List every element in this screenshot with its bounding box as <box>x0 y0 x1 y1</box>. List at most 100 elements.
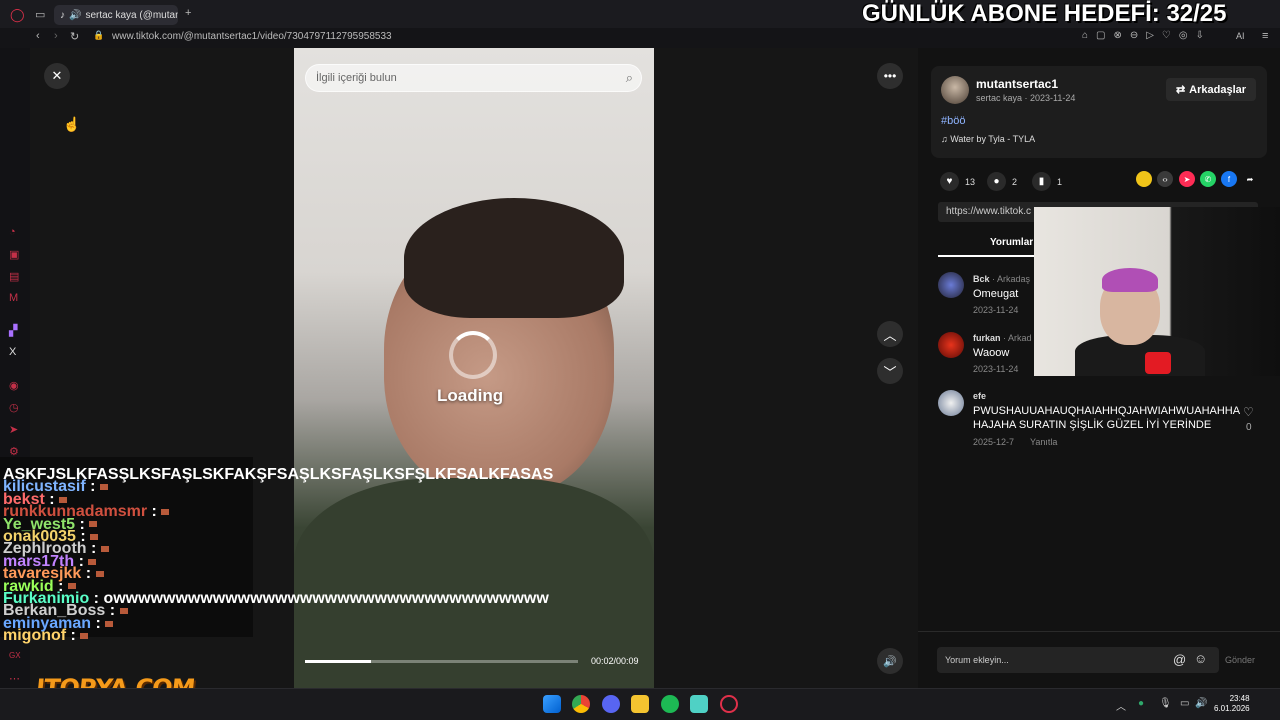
opera-logo-icon[interactable]: ◯ <box>10 7 25 23</box>
video-progress-fill <box>305 660 371 663</box>
save-count: 1 <box>1057 176 1063 187</box>
share-arrow-icon[interactable]: ➦ <box>1242 171 1258 187</box>
next-video-icon[interactable]: ﹀ <box>877 358 903 384</box>
comment-divider <box>918 631 1280 632</box>
spotify-icon[interactable] <box>661 695 679 713</box>
x-twitter-icon[interactable]: X <box>9 346 16 358</box>
close-icon[interactable]: ✕ <box>44 63 70 89</box>
comment-like-icon[interactable]: ♡ <box>1243 405 1254 419</box>
emoji-icon[interactable]: ☺ <box>1194 651 1207 666</box>
chat-message: migonof : <box>3 627 89 645</box>
author-nickname: sertac kaya · 2023-11-24 <box>976 93 1076 103</box>
previous-video-icon[interactable]: ︿ <box>877 321 903 347</box>
comment-user[interactable]: Bck · Arkadaş <box>973 274 1030 284</box>
author-avatar[interactable] <box>941 76 969 104</box>
streamer-hair <box>1102 268 1158 292</box>
save-button[interactable]: ▮ 1 <box>1032 172 1062 191</box>
browser-tab-active[interactable]: ♪ 🔊 sertac kaya (@mutantse <box>54 5 178 25</box>
sidebar-gx-icon[interactable]: GX <box>9 651 21 660</box>
chat-emote-icon <box>105 620 114 627</box>
more-menu-icon[interactable]: ≡ <box>1262 30 1268 42</box>
video-progress-bar[interactable] <box>305 660 578 663</box>
hashtag-link[interactable]: #böö <box>941 115 965 127</box>
comment-date: 2025-12-7 <box>973 437 1015 447</box>
clock-time: 23:48 <box>1229 694 1250 703</box>
mention-icon[interactable]: @ <box>1173 652 1186 667</box>
author-username[interactable]: mutantsertac1 <box>976 77 1058 91</box>
volume-icon[interactable]: 🔊 <box>877 648 903 674</box>
search-placeholder: İlgili içeriği bulun <box>316 72 397 84</box>
send-button[interactable]: Gönder <box>1225 655 1255 665</box>
comment-like-count: 0 <box>1246 422 1252 433</box>
comment-text: PWUSHAUUAHAUQHAIAHHQJAHWIAHWUAHAHHA HAJA… <box>973 405 1240 431</box>
like-button[interactable]: ♥ 13 <box>940 172 975 191</box>
music-title: Water by Tyla - TYLA <box>950 134 1036 144</box>
like-count: 13 <box>965 176 976 187</box>
discord-icon[interactable] <box>602 695 620 713</box>
windows-start-icon[interactable] <box>543 695 561 713</box>
share-coin-icon[interactable] <box>1136 171 1152 187</box>
tray-app-icon[interactable]: ● <box>1138 698 1144 709</box>
url-field[interactable]: www.tiktok.com/@mutantsertac1/video/7304… <box>112 31 392 42</box>
comment-avatar[interactable] <box>938 390 964 416</box>
share-send-icon[interactable]: ➤ <box>1179 171 1195 187</box>
speaker-icon[interactable]: 🔊 <box>1195 698 1207 709</box>
app-icon[interactable] <box>690 695 708 713</box>
chrome-icon[interactable] <box>572 695 590 713</box>
comment-text: Waoow <box>973 347 1010 359</box>
back-icon[interactable]: ‹ <box>36 30 40 42</box>
streamer-microphone <box>1145 352 1171 374</box>
chat-emote-icon <box>90 533 99 540</box>
comment-user[interactable]: furkan · Arkad <box>973 333 1032 343</box>
sidebar-more-icon[interactable]: ⋯ <box>9 672 20 685</box>
audio-playing-icon[interactable]: 🔊 <box>69 10 81 21</box>
chat-emote-icon <box>59 496 68 503</box>
chat-emote-icon <box>89 521 98 528</box>
reply-button[interactable]: Yanıtla <box>1030 437 1057 447</box>
sidebar-send-icon[interactable]: ➤ <box>9 423 18 436</box>
friends-button[interactable]: ⇄ Arkadaşlar <box>1166 78 1256 101</box>
sidebar-player-icon[interactable]: ◉ <box>9 379 19 392</box>
opera-gx-icon[interactable] <box>720 695 738 713</box>
chat-emote-icon <box>95 570 104 577</box>
chat-text: : <box>91 614 106 632</box>
system-clock[interactable]: 23:48 6.01.2026 <box>1214 694 1250 714</box>
reload-icon[interactable]: ↻ <box>70 30 79 43</box>
search-icon[interactable]: ⌕ <box>626 70 633 86</box>
network-icon[interactable]: ▭ <box>1180 698 1189 709</box>
music-info[interactable]: ♫ Water by Tyla - TYLA <box>941 134 1035 144</box>
tab-menu-icon[interactable]: ▭ <box>35 8 45 21</box>
comment-avatar[interactable] <box>938 332 964 358</box>
ai-button[interactable]: AI <box>1236 31 1245 41</box>
comment-user[interactable]: efe <box>973 391 986 401</box>
comment-avatar[interactable] <box>938 272 964 298</box>
share-whatsapp-icon[interactable]: ✆ <box>1200 171 1216 187</box>
loading-label: Loading <box>437 386 504 405</box>
sidebar-wallet-icon[interactable]: ▣ <box>9 248 19 261</box>
microphone-icon[interactable]: 🎙 <box>1159 698 1172 709</box>
comment-date: 2023-11-24 <box>973 305 1019 315</box>
heart-icon: ♥ <box>940 172 959 191</box>
tab-comments[interactable]: Yorumlar <box>990 237 1033 248</box>
search-input[interactable]: İlgili içeriği bulun ⌕ <box>305 64 642 92</box>
chat-text: : owwwwwwwwwwwwwwwwwwwwwwwwwwwwwwwwwww <box>89 590 549 607</box>
forward-icon[interactable]: › <box>54 30 58 42</box>
music-note-icon: ♫ <box>941 134 948 144</box>
sidebar-m-icon[interactable]: M <box>9 292 18 304</box>
more-options-icon[interactable]: ••• <box>877 63 903 89</box>
sidebar-clock-icon[interactable]: ◷ <box>9 401 19 414</box>
twitch-icon[interactable]: ▞ <box>9 324 17 337</box>
new-tab-button[interactable]: + <box>185 7 191 19</box>
file-explorer-icon[interactable] <box>631 695 649 713</box>
share-facebook-icon[interactable]: f <box>1221 171 1237 187</box>
browser-toolbar-icons[interactable]: ⌂▢⊗⊖▷♡◎⇩ <box>1082 30 1212 41</box>
sidebar-news-icon[interactable]: ▤ <box>9 270 19 283</box>
chat-username[interactable]: migonof <box>3 627 66 644</box>
chat-text: : <box>147 503 162 521</box>
chat-emote-icon <box>88 558 97 565</box>
subscriber-goal-headline: GÜNLÜK ABONE HEDEFİ: 32/25 <box>862 0 1227 27</box>
sidebar-history-icon[interactable]: ◔ <box>9 226 16 238</box>
tray-chevron-icon[interactable]: ︿ <box>1116 698 1126 713</box>
share-embed-icon[interactable]: ‹› <box>1157 171 1173 187</box>
comment-button[interactable]: ● 2 <box>987 172 1017 191</box>
